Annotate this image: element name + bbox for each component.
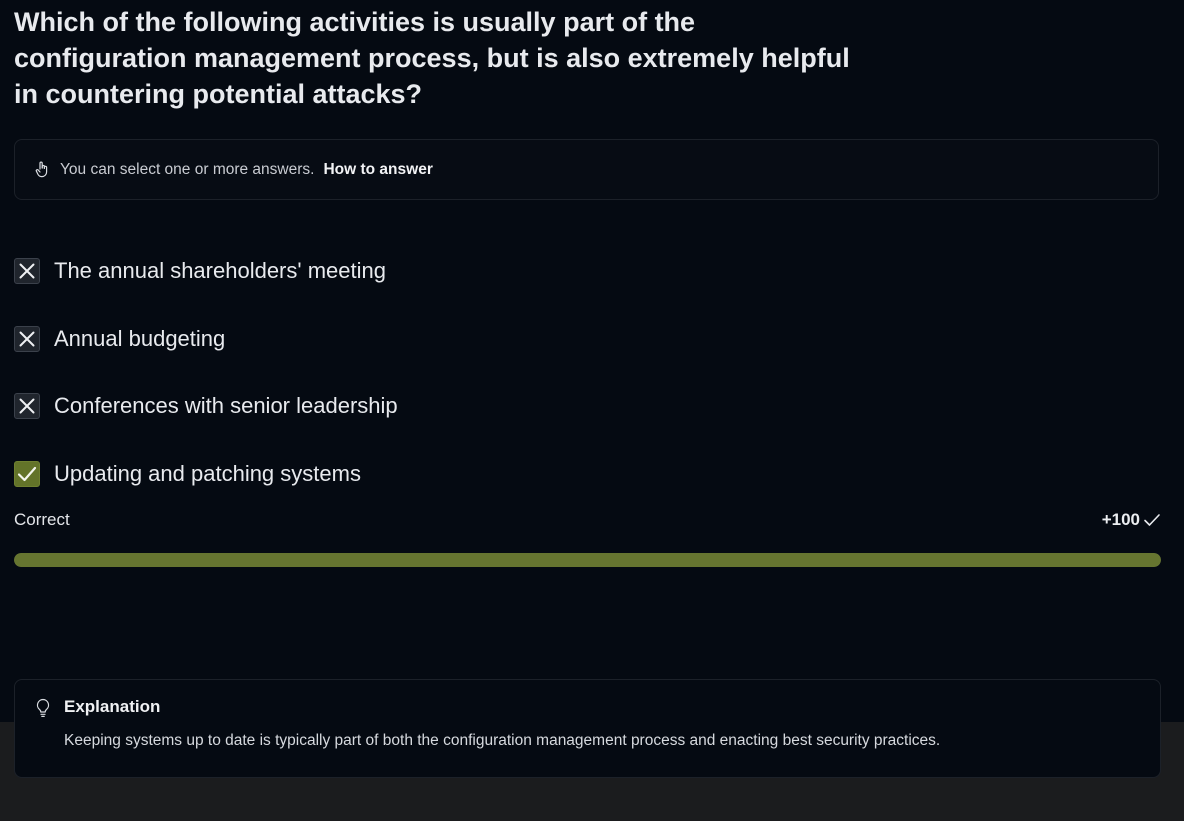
option-label: Annual budgeting: [54, 326, 226, 351]
how-to-answer-link[interactable]: How to answer: [323, 161, 432, 179]
checkbox-incorrect[interactable]: [14, 326, 40, 352]
option-1[interactable]: Annual budgeting: [14, 325, 225, 353]
option-label: Updating and patching systems: [54, 461, 361, 486]
result-label: Correct: [14, 510, 70, 529]
question-text: Which of the following activities is usu…: [14, 7, 850, 109]
checkbox-incorrect[interactable]: [14, 258, 40, 284]
option-3[interactable]: Updating and patching systems: [14, 460, 361, 488]
explanation-text: Keeping systems up to date is typically …: [64, 732, 941, 749]
pointing-hand-icon: [35, 161, 49, 179]
lightbulb-icon: [35, 698, 51, 718]
option-2[interactable]: Conferences with senior leadership: [14, 392, 398, 420]
option-0[interactable]: The annual shareholders' meeting: [14, 257, 386, 285]
x-icon: [19, 331, 35, 347]
checkmark-icon: [1143, 513, 1161, 527]
answer-hint-box: You can select one or more answers. How …: [14, 139, 1159, 200]
score-badge: +100: [1102, 510, 1161, 530]
checkbox-incorrect[interactable]: [14, 393, 40, 419]
option-label: The annual shareholders' meeting: [54, 258, 386, 283]
x-icon: [19, 398, 35, 414]
hint-text: You can select one or more answers.: [60, 160, 315, 178]
explanation-box: Explanation Keeping systems up to date i…: [14, 679, 1161, 778]
checkmark-icon: [17, 466, 37, 482]
score-progress-fill: [14, 553, 1161, 567]
score-value: +100: [1101, 510, 1140, 529]
explanation-title: Explanation: [64, 697, 161, 716]
option-label: Conferences with senior leadership: [54, 393, 398, 418]
x-icon: [19, 263, 35, 279]
checkbox-correct[interactable]: [14, 461, 40, 487]
score-progress-bar: [14, 553, 1161, 567]
